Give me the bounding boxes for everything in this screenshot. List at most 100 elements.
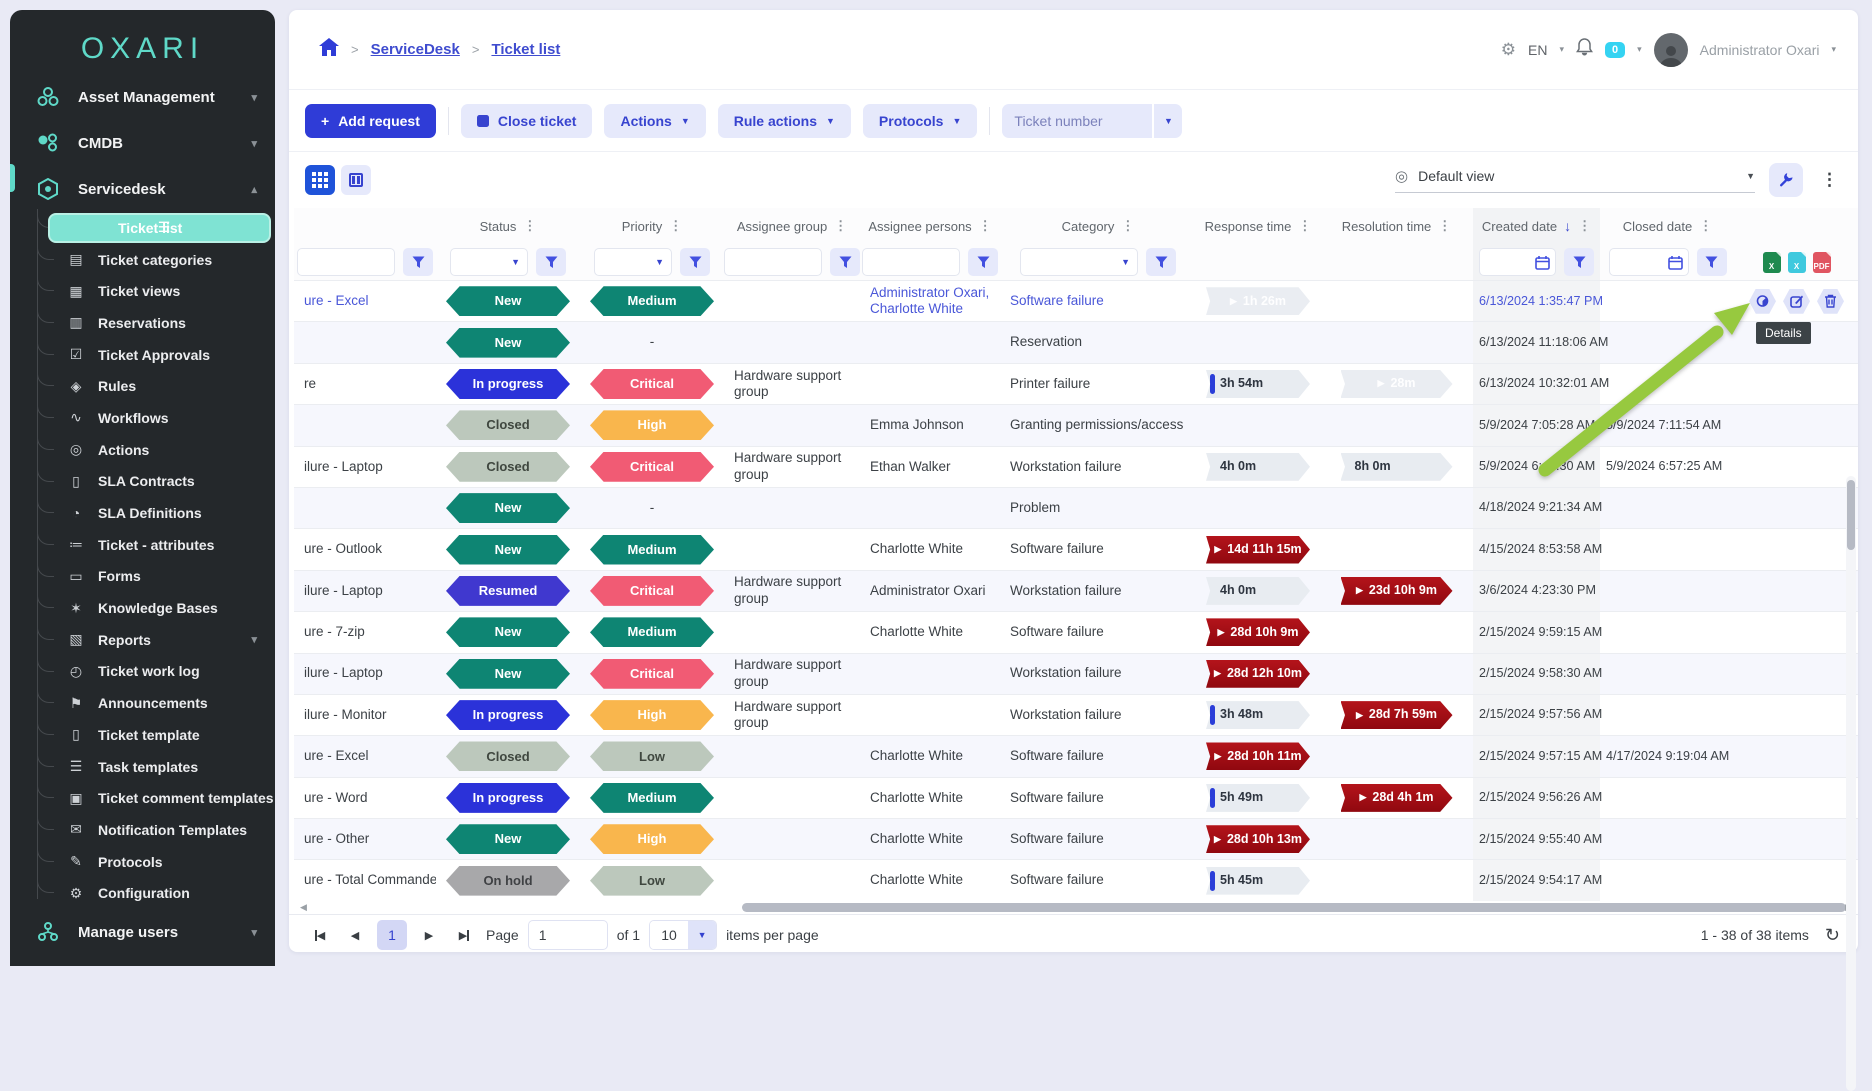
ticket-number-input[interactable]: Ticket number: [1002, 113, 1152, 129]
delete-button[interactable]: [1817, 289, 1844, 314]
filter-funnel-button[interactable]: [403, 248, 433, 276]
view-settings-button[interactable]: [1769, 163, 1803, 197]
sidebar-item-ticket-template[interactable]: ▯Ticket template: [10, 719, 275, 751]
sidebar-item-notification-templates[interactable]: ✉Notification Templates: [10, 814, 275, 846]
table-row[interactable]: ure - ExcelNewMediumAdministrator Oxari,…: [294, 280, 1858, 321]
sidebar-item-sla-contracts[interactable]: ▯SLA Contracts: [10, 466, 275, 498]
sidebar-item-ticket-list[interactable]: ☰Ticket list: [10, 212, 275, 244]
filter-funnel-button[interactable]: [1564, 248, 1594, 276]
sidebar-item-rules[interactable]: ◈Rules: [10, 370, 275, 402]
filter-select-status[interactable]: ▼: [450, 248, 528, 276]
vertical-scrollbar-thumb[interactable]: [1847, 480, 1855, 550]
ticket-number-dropdown[interactable]: ▼: [1152, 104, 1182, 138]
pdf-icon[interactable]: PDF: [1813, 252, 1831, 273]
details-eye-button[interactable]: [1749, 289, 1776, 314]
table-row[interactable]: ure - 7-zipNewMediumCharlotte WhiteSoftw…: [294, 611, 1858, 652]
sidebar-item-cmdb[interactable]: CMDB ▾: [10, 120, 275, 166]
excel-cyan-icon[interactable]: X: [1788, 252, 1806, 273]
user-name[interactable]: Administrator Oxari: [1700, 42, 1820, 58]
view-selector-dropdown[interactable]: ◎ Default view ▼: [1395, 167, 1755, 193]
filter-input-persons[interactable]: [862, 248, 960, 276]
sidebar-item-ticket-categories[interactable]: ▤Ticket categories: [10, 244, 275, 276]
column-menu-kebab[interactable]: ⋮: [1121, 218, 1134, 234]
filter-funnel-button[interactable]: [830, 248, 860, 276]
sidebar-item-ticket-approvals[interactable]: ☑Ticket Approvals: [10, 339, 275, 371]
sidebar-item-actions[interactable]: ◎Actions: [10, 434, 275, 466]
excel-green-icon[interactable]: X: [1763, 252, 1781, 273]
sidebar-item-workflows[interactable]: ∿Workflows: [10, 402, 275, 434]
protocols-dropdown-button[interactable]: Protocols ▼: [863, 104, 978, 138]
breadcrumb-servicedesk[interactable]: ServiceDesk: [371, 41, 460, 58]
table-row[interactable]: New-Reservation6/13/2024 11:18:06 AM: [294, 321, 1858, 362]
items-per-page-select[interactable]: 10 ▼: [649, 920, 717, 950]
avatar[interactable]: [1654, 33, 1688, 67]
sidebar-item-document-management[interactable]: Document management ▾: [10, 955, 275, 966]
filter-funnel-button[interactable]: [536, 248, 566, 276]
filter-input-group[interactable]: [724, 248, 822, 276]
sidebar-item-ticket-work-log[interactable]: ◴Ticket work log: [10, 656, 275, 688]
sidebar-item-manage-users[interactable]: Manage users ▾: [10, 909, 275, 955]
filter-select-category[interactable]: ▼: [1020, 248, 1138, 276]
table-row[interactable]: New-Problem4/18/2024 9:21:34 AM: [294, 487, 1858, 528]
filter-funnel-button[interactable]: [1146, 248, 1176, 276]
first-page-button[interactable]: ◀: [307, 922, 333, 948]
column-menu-kebab[interactable]: ⋮: [523, 218, 536, 234]
table-row[interactable]: ure - ExcelClosedLowCharlotte WhiteSoftw…: [294, 735, 1858, 776]
table-row[interactable]: ure - Total CommanderOn holdLowCharlotte…: [294, 859, 1858, 900]
sidebar-item-ticket-views[interactable]: ▦Ticket views: [10, 275, 275, 307]
filter-input-topic[interactable]: [297, 248, 395, 276]
current-page-button[interactable]: 1: [377, 920, 407, 950]
column-menu-kebab[interactable]: ⋮: [1699, 218, 1712, 234]
filter-date-closed[interactable]: [1609, 248, 1689, 276]
column-menu-kebab[interactable]: ⋮: [1578, 218, 1591, 234]
sort-descending-icon[interactable]: ↓: [1564, 218, 1571, 234]
sidebar-item-forms[interactable]: ▭Forms: [10, 561, 275, 593]
table-row[interactable]: reIn progressCriticalHardware support gr…: [294, 363, 1858, 404]
sidebar-item-sla-definitions[interactable]: ◔SLA Definitions: [10, 497, 275, 529]
page-number-input[interactable]: [528, 920, 608, 950]
sidebar-item-ticket-comment-templates[interactable]: ▣Ticket comment templates: [10, 782, 275, 814]
sidebar-item-servicedesk[interactable]: Servicedesk ▴: [10, 166, 275, 212]
next-page-button[interactable]: ▶: [416, 922, 442, 948]
table-row[interactable]: ilure - MonitorIn progressHighHardware s…: [294, 694, 1858, 735]
filter-funnel-button[interactable]: [1697, 248, 1727, 276]
horizontal-scrollbar[interactable]: ◀ ▶: [300, 901, 1852, 914]
refresh-icon[interactable]: ↻: [1825, 925, 1840, 946]
column-menu-kebab[interactable]: ⋮: [834, 218, 847, 234]
notification-count-badge[interactable]: 0: [1605, 42, 1625, 58]
column-menu-kebab[interactable]: ⋮: [669, 218, 682, 234]
filter-funnel-button[interactable]: [968, 248, 998, 276]
sidebar-item-reports[interactable]: ▧Reports▾: [10, 624, 275, 656]
gear-icon[interactable]: ⚙: [1501, 40, 1516, 60]
sidebar-item-announcements[interactable]: ⚑Announcements: [10, 687, 275, 719]
close-ticket-button[interactable]: Close ticket: [461, 104, 593, 138]
rule-actions-dropdown-button[interactable]: Rule actions ▼: [718, 104, 851, 138]
table-row[interactable]: ure - OtherNewHighCharlotte WhiteSoftwar…: [294, 818, 1858, 859]
sidebar-item-task-templates[interactable]: ☰Task templates: [10, 751, 275, 783]
table-row[interactable]: ure - OutlookNewMediumCharlotte WhiteSof…: [294, 528, 1858, 569]
table-row[interactable]: ilure - LaptopClosedCriticalHardware sup…: [294, 446, 1858, 487]
add-request-button[interactable]: + Add request: [305, 104, 436, 138]
column-menu-kebab[interactable]: ⋮: [1438, 218, 1451, 234]
table-row[interactable]: ilure - LaptopResumedCriticalHardware su…: [294, 570, 1858, 611]
previous-page-button[interactable]: ◀: [342, 922, 368, 948]
last-page-button[interactable]: ▶: [451, 922, 477, 948]
sidebar-item-reservations[interactable]: ▥Reservations: [10, 307, 275, 339]
horizontal-scrollbar-thumb[interactable]: [742, 903, 1846, 912]
sidebar-item-configuration[interactable]: ⚙Configuration: [10, 877, 275, 909]
filter-select-priority[interactable]: ▼: [594, 248, 672, 276]
column-menu-kebab[interactable]: ⋮: [979, 218, 992, 234]
column-menu-kebab[interactable]: ⋮: [1298, 218, 1311, 234]
table-row[interactable]: ClosedHighEmma JohnsonGranting permissio…: [294, 404, 1858, 445]
sidebar-item-asset-management[interactable]: Asset Management ▾: [10, 74, 275, 120]
edit-button[interactable]: [1783, 289, 1810, 314]
filter-date-created[interactable]: [1479, 248, 1556, 276]
sidebar-item-knowledge-bases[interactable]: ✶Knowledge Bases: [10, 592, 275, 624]
home-icon[interactable]: [319, 38, 339, 61]
sidebar-item-protocols[interactable]: ✎Protocols: [10, 846, 275, 878]
sidebar-item-ticket-attributes[interactable]: ≔Ticket - attributes: [10, 529, 275, 561]
language-selector[interactable]: EN: [1528, 42, 1547, 58]
vertical-scrollbar[interactable]: [1846, 476, 1856, 1091]
ticket-number-combo[interactable]: Ticket number ▼: [1002, 104, 1182, 138]
more-options-kebab[interactable]: ⋮: [1817, 170, 1842, 190]
